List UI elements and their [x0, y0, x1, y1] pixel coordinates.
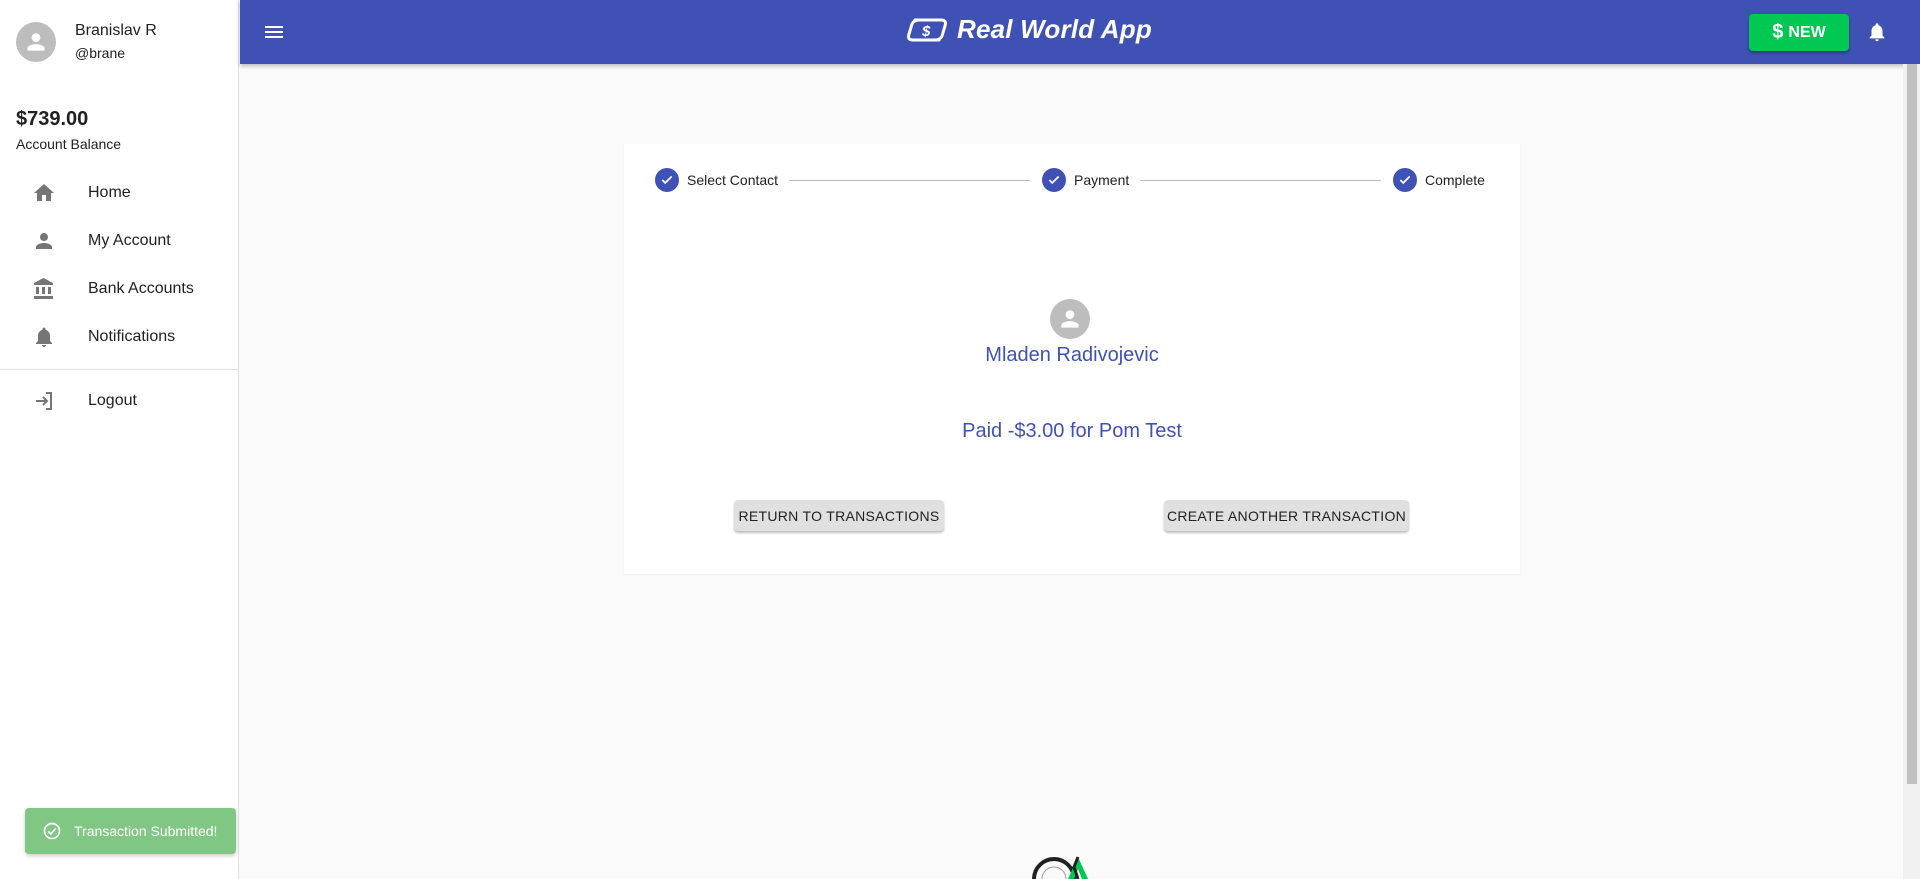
transaction-complete-card: Select Contact Payment Complete Mladen R… — [624, 144, 1520, 574]
step-connector — [1140, 180, 1381, 181]
sidebar-item-label: Logout — [88, 392, 137, 409]
balance-amount: $739.00 — [16, 108, 89, 130]
app-logo: $ Real World App — [905, 14, 1152, 45]
app-bar: $ Real World App $ NEW — [240, 0, 1920, 64]
person-icon — [27, 33, 45, 51]
transaction-summary: Paid -$3.00 for Pom Test — [962, 420, 1182, 442]
account-balance: $739.00 Account Balance — [16, 108, 121, 152]
sidebar: Branislav R @brane $739.00 Account Balan… — [0, 0, 239, 879]
bank-icon — [32, 277, 56, 301]
menu-icon — [265, 26, 283, 38]
balance-label: Account Balance — [16, 136, 122, 152]
bell-icon — [32, 325, 56, 349]
step-payment: Payment — [1042, 168, 1129, 192]
notifications-button[interactable] — [1863, 18, 1891, 46]
contact-name: Mladen Radivojevic — [985, 344, 1159, 366]
check-circle-icon — [42, 821, 62, 841]
sidebar-item-label: My Account — [88, 232, 171, 249]
scrollbar[interactable] — [1903, 64, 1920, 879]
check-icon — [655, 168, 679, 192]
sidebar-item-my-account[interactable]: My Account — [0, 217, 238, 265]
new-transaction-button[interactable]: $ NEW — [1749, 14, 1849, 51]
home-icon — [32, 181, 56, 205]
toast-message: Transaction Submitted! — [74, 823, 218, 839]
return-to-transactions-button[interactable]: RETURN TO TRANSACTIONS — [734, 500, 944, 531]
step-label: Payment — [1074, 172, 1130, 188]
contact-avatar — [1050, 299, 1090, 339]
logout-icon — [32, 389, 56, 413]
scrollbar-thumb[interactable] — [1907, 64, 1917, 784]
logo-icon: $ — [907, 18, 947, 41]
success-toast: Transaction Submitted! — [25, 808, 236, 854]
user-profile: Branislav R @brane — [16, 22, 157, 62]
avatar — [16, 22, 56, 62]
user-handle: @brane — [75, 45, 126, 61]
user-full-name: Branislav R — [75, 22, 157, 39]
divider — [0, 369, 238, 370]
step-complete: Complete — [1393, 168, 1485, 192]
footer-logo-icon — [1030, 853, 1100, 879]
sidebar-item-label: Home — [88, 184, 131, 201]
check-icon — [1042, 168, 1066, 192]
menu-button[interactable] — [262, 20, 286, 44]
person-icon — [32, 229, 56, 253]
step-label: Select Contact — [687, 172, 779, 188]
sidebar-item-home[interactable]: Home — [0, 169, 238, 217]
bell-icon — [1869, 23, 1885, 42]
svg-text:$: $ — [921, 23, 931, 40]
dollar-icon: $ — [1772, 21, 1784, 43]
step-label: Complete — [1425, 172, 1485, 188]
new-button-label: NEW — [1788, 23, 1826, 41]
person-icon — [1061, 310, 1079, 328]
create-another-transaction-button[interactable]: CREATE ANOTHER TRANSACTION — [1164, 500, 1409, 531]
sidebar-item-label: Notifications — [88, 328, 176, 345]
step-connector — [789, 180, 1030, 181]
sidebar-item-notifications[interactable]: Notifications — [0, 313, 238, 361]
sidebar-item-logout[interactable]: Logout — [0, 377, 238, 425]
app-title: Real World App — [957, 14, 1152, 44]
step-select-contact: Select Contact — [655, 168, 778, 192]
check-icon — [1393, 168, 1417, 192]
sidebar-item-bank-accounts[interactable]: Bank Accounts — [0, 265, 238, 313]
sidebar-item-label: Bank Accounts — [88, 280, 194, 297]
